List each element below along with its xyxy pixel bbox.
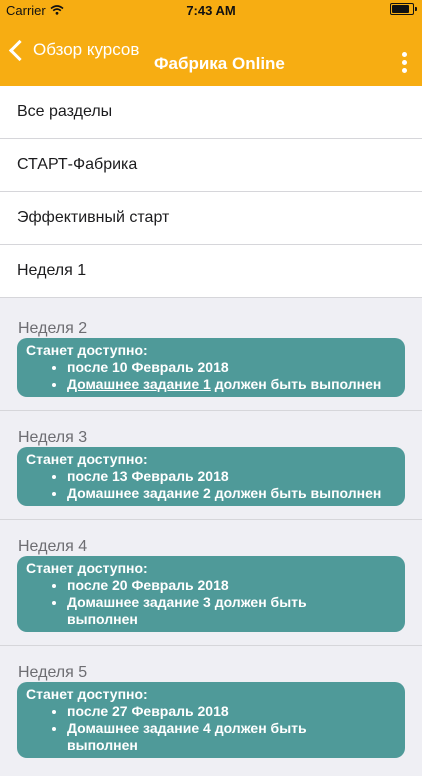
- week-section: Неделя 2 Станет доступно: после 10 Февра…: [0, 302, 422, 411]
- notice-date: после 20 Февраль 2018: [67, 577, 345, 594]
- week-section: Неделя 5 Станет доступно: после 27 Февра…: [0, 646, 422, 776]
- page-title: Фабрика Online: [154, 54, 285, 73]
- status-time: 7:43 AM: [186, 3, 236, 18]
- back-button-label: Обзор курсов: [33, 40, 140, 59]
- availability-notice: Станет доступно: после 13 Февраль 2018 Д…: [17, 447, 405, 506]
- status-bar: Carrier 7:43 AM: [0, 0, 422, 22]
- notice-date: после 10 Февраль 2018: [67, 359, 397, 376]
- section-all[interactable]: Все разделы: [0, 86, 422, 139]
- notice-date: после 13 Февраль 2018: [67, 468, 397, 485]
- notice-title: Станет доступно:: [26, 560, 148, 576]
- chevron-left-icon: [8, 39, 31, 61]
- notice-date: после 27 Февраль 2018: [67, 703, 345, 720]
- notice-task-rest: должен быть выполнен: [210, 376, 382, 392]
- more-options-icon[interactable]: [400, 52, 408, 76]
- week-title: Неделя 4: [18, 538, 88, 555]
- availability-notice: Станет доступно: после 27 Февраль 2018 Д…: [17, 682, 405, 758]
- battery-icon: [390, 3, 417, 15]
- section-week-1[interactable]: Неделя 1: [0, 245, 422, 298]
- locked-weeks: Неделя 2 Станет доступно: после 10 Февра…: [0, 302, 422, 776]
- back-button[interactable]: Обзор курсов: [8, 39, 140, 61]
- navigation-bar: Обзор курсов Фабрика Online: [0, 22, 422, 86]
- notice-task: Домашнее задание 1 должен быть выполнен: [67, 376, 397, 393]
- section-effective-start[interactable]: Эффективный старт: [0, 192, 422, 245]
- week-section: Неделя 4 Станет доступно: после 20 Февра…: [0, 520, 422, 646]
- status-right: [390, 3, 417, 15]
- notice-task: Домашнее задание 3 должен быть выполнен: [67, 594, 345, 628]
- sections-list: Все разделы СТАРТ-Фабрика Эффективный ст…: [0, 86, 422, 298]
- notice-task: Домашнее задание 2 должен быть выполнен: [67, 485, 397, 502]
- notice-task: Домашнее задание 4 должен быть выполнен: [67, 720, 345, 754]
- week-title: Неделя 2: [18, 320, 88, 337]
- week-title: Неделя 5: [18, 664, 88, 681]
- notice-title: Станет доступно:: [26, 342, 148, 358]
- battery-fill: [392, 5, 410, 13]
- week-section: Неделя 3 Станет доступно: после 13 Февра…: [0, 411, 422, 520]
- availability-notice: Станет доступно: после 10 Февраль 2018 Д…: [17, 338, 405, 397]
- notice-title: Станет доступно:: [26, 451, 148, 467]
- homework-link[interactable]: Домашнее задание 1: [67, 376, 211, 392]
- week-title: Неделя 3: [18, 429, 88, 446]
- availability-notice: Станет доступно: после 20 Февраль 2018 Д…: [17, 556, 405, 632]
- section-start-fabrika[interactable]: СТАРТ-Фабрика: [0, 139, 422, 192]
- notice-title: Станет доступно:: [26, 686, 148, 702]
